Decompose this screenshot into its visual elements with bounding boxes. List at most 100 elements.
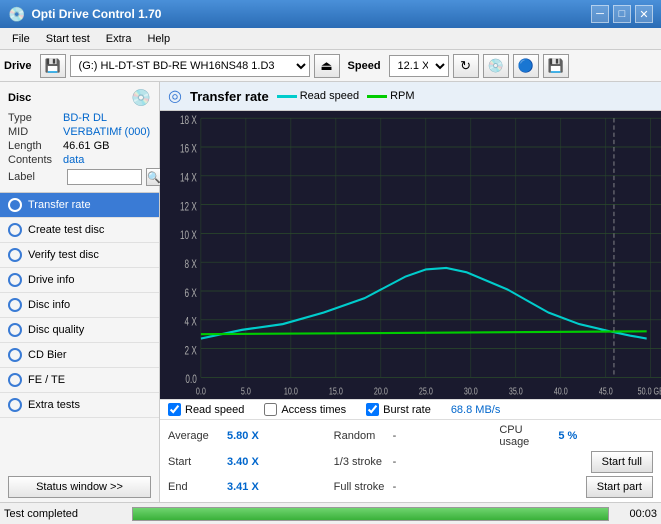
svg-text:35.0: 35.0 <box>509 385 523 397</box>
legend-read-speed: Read speed <box>277 90 359 102</box>
legend-rpm: RPM <box>367 90 414 102</box>
sidebar: Disc 💿 Type BD-R DL MID VERBATIMf (000) … <box>0 82 160 502</box>
status-window-button[interactable]: Status window >> <box>8 476 151 498</box>
disc-panel-title: Disc <box>8 92 31 104</box>
chart-svg: 18 X 16 X 14 X 12 X 10 X 8 X 6 X 4 X 2 X… <box>160 111 661 399</box>
nav-transfer-rate[interactable]: Transfer rate <box>0 193 159 218</box>
disc-info-panel: Disc 💿 Type BD-R DL MID VERBATIMf (000) … <box>0 82 159 193</box>
svg-text:12 X: 12 X <box>180 201 197 214</box>
nav-icon-extra-tests <box>8 398 22 412</box>
nav-extra-tests[interactable]: Extra tests <box>0 393 159 418</box>
stat-start: Start 3.40 X <box>168 451 322 473</box>
mid-value: VERBATIMf (000) <box>63 126 150 138</box>
progress-bar-fill <box>133 508 608 520</box>
stat-cpu-label: CPU usage <box>499 424 554 448</box>
nav-icon-cd-bier <box>8 348 22 362</box>
stat-onethird-label: 1/3 stroke <box>334 456 389 468</box>
stat-end: End 3.41 X <box>168 476 322 498</box>
svg-text:5.0: 5.0 <box>241 385 251 397</box>
stat-average-label: Average <box>168 430 223 442</box>
eject-button[interactable]: ⏏ <box>314 54 340 78</box>
app-title: Opti Drive Control 1.70 <box>31 7 161 21</box>
nav-label-verify-test-disc: Verify test disc <box>28 249 99 261</box>
nav-disc-quality[interactable]: Disc quality <box>0 318 159 343</box>
nav-drive-info[interactable]: Drive info <box>0 268 159 293</box>
stat-full-stroke: Full stroke - <box>334 476 488 498</box>
svg-text:10 X: 10 X <box>180 230 197 243</box>
nav-label-extra-tests: Extra tests <box>28 399 80 411</box>
stat-one-third-stroke: 1/3 stroke - <box>334 451 488 473</box>
cb-read-speed-label: Read speed <box>185 404 244 416</box>
stat-random-value: - <box>393 430 397 442</box>
menu-help[interactable]: Help <box>139 31 178 47</box>
nav-cd-bier[interactable]: CD Bier <box>0 343 159 368</box>
disc-button[interactable]: 💿 <box>483 54 509 78</box>
svg-text:40.0: 40.0 <box>554 385 568 397</box>
drive-label: Drive <box>4 60 32 72</box>
toolbar: Drive 💾 (G:) HL-DT-ST BD-RE WH16NS48 1.D… <box>0 50 661 82</box>
menu-file[interactable]: File <box>4 31 38 47</box>
refresh-button[interactable]: ↻ <box>453 54 479 78</box>
app-icon: 💿 <box>8 6 25 23</box>
svg-text:20.0: 20.0 <box>374 385 388 397</box>
cb-access-times-input[interactable] <box>264 403 277 416</box>
nav-label-transfer-rate: Transfer rate <box>28 199 91 211</box>
svg-text:2 X: 2 X <box>185 345 198 358</box>
stat-average-value: 5.80 X <box>227 430 259 442</box>
disc-panel-icon: 💿 <box>131 88 151 108</box>
cb-burst-rate-label: Burst rate <box>383 404 431 416</box>
svg-text:4 X: 4 X <box>185 316 198 329</box>
main-layout: Disc 💿 Type BD-R DL MID VERBATIMf (000) … <box>0 82 661 502</box>
nav-label-fe-te: FE / TE <box>28 374 65 386</box>
chart-container: 18 X 16 X 14 X 12 X 10 X 8 X 6 X 4 X 2 X… <box>160 111 661 399</box>
test-button[interactable]: 🔵 <box>513 54 539 78</box>
stat-cpu-usage: CPU usage 5 % <box>499 424 653 448</box>
nav-icon-transfer-rate <box>8 198 22 212</box>
stat-start-value: 3.40 X <box>227 456 259 468</box>
speed-label: Speed <box>348 60 381 72</box>
nav-disc-info[interactable]: Disc info <box>0 293 159 318</box>
drive-select[interactable]: (G:) HL-DT-ST BD-RE WH16NS48 1.D3 <box>70 55 310 77</box>
speed-select[interactable]: 12.1 X <box>389 55 449 77</box>
nav-icon-drive-info <box>8 273 22 287</box>
nav-verify-test-disc[interactable]: Verify test disc <box>0 243 159 268</box>
close-button[interactable]: ✕ <box>635 5 653 23</box>
stat-start-label: Start <box>168 456 223 468</box>
mid-label: MID <box>8 126 63 138</box>
length-value: 46.61 GB <box>63 140 109 152</box>
burst-value: 68.8 MB/s <box>451 404 501 416</box>
save-button[interactable]: 💾 <box>543 54 569 78</box>
checkbox-read-speed[interactable]: Read speed <box>168 403 244 416</box>
nav-menu: Transfer rate Create test disc Verify te… <box>0 193 159 472</box>
contents-label: Contents <box>8 154 63 166</box>
nav-icon-disc-info <box>8 298 22 312</box>
start-full-button[interactable]: Start full <box>591 451 653 473</box>
menu-start-test[interactable]: Start test <box>38 31 98 47</box>
status-text: Test completed <box>4 508 124 520</box>
svg-text:18 X: 18 X <box>180 115 197 128</box>
checkbox-burst-rate[interactable]: Burst rate <box>366 403 431 416</box>
nav-fe-te[interactable]: FE / TE <box>0 368 159 393</box>
cb-read-speed-input[interactable] <box>168 403 181 416</box>
minimize-button[interactable]: ─ <box>591 5 609 23</box>
label-input[interactable] <box>67 169 142 185</box>
stat-fullstroke-label: Full stroke <box>334 481 389 493</box>
svg-text:50.0 GB: 50.0 GB <box>638 385 661 397</box>
stat-cpu-value: 5 % <box>558 430 577 442</box>
type-value: BD-R DL <box>63 112 107 124</box>
maximize-button[interactable]: □ <box>613 5 631 23</box>
status-bar: Test completed 00:03 <box>0 502 661 524</box>
nav-label-cd-bier: CD Bier <box>28 349 67 361</box>
start-part-button[interactable]: Start part <box>586 476 653 498</box>
nav-icon-fe-te <box>8 373 22 387</box>
drive-icon-button[interactable]: 💾 <box>40 54 66 78</box>
menu-extra[interactable]: Extra <box>98 31 140 47</box>
nav-create-test-disc[interactable]: Create test disc <box>0 218 159 243</box>
cb-burst-rate-input[interactable] <box>366 403 379 416</box>
stat-random-label: Random <box>334 430 389 442</box>
legend-rpm-label: RPM <box>390 90 414 102</box>
svg-text:0.0: 0.0 <box>196 385 206 397</box>
nav-icon-disc-quality <box>8 323 22 337</box>
checkbox-access-times[interactable]: Access times <box>264 403 346 416</box>
nav-label-disc-quality: Disc quality <box>28 324 84 336</box>
